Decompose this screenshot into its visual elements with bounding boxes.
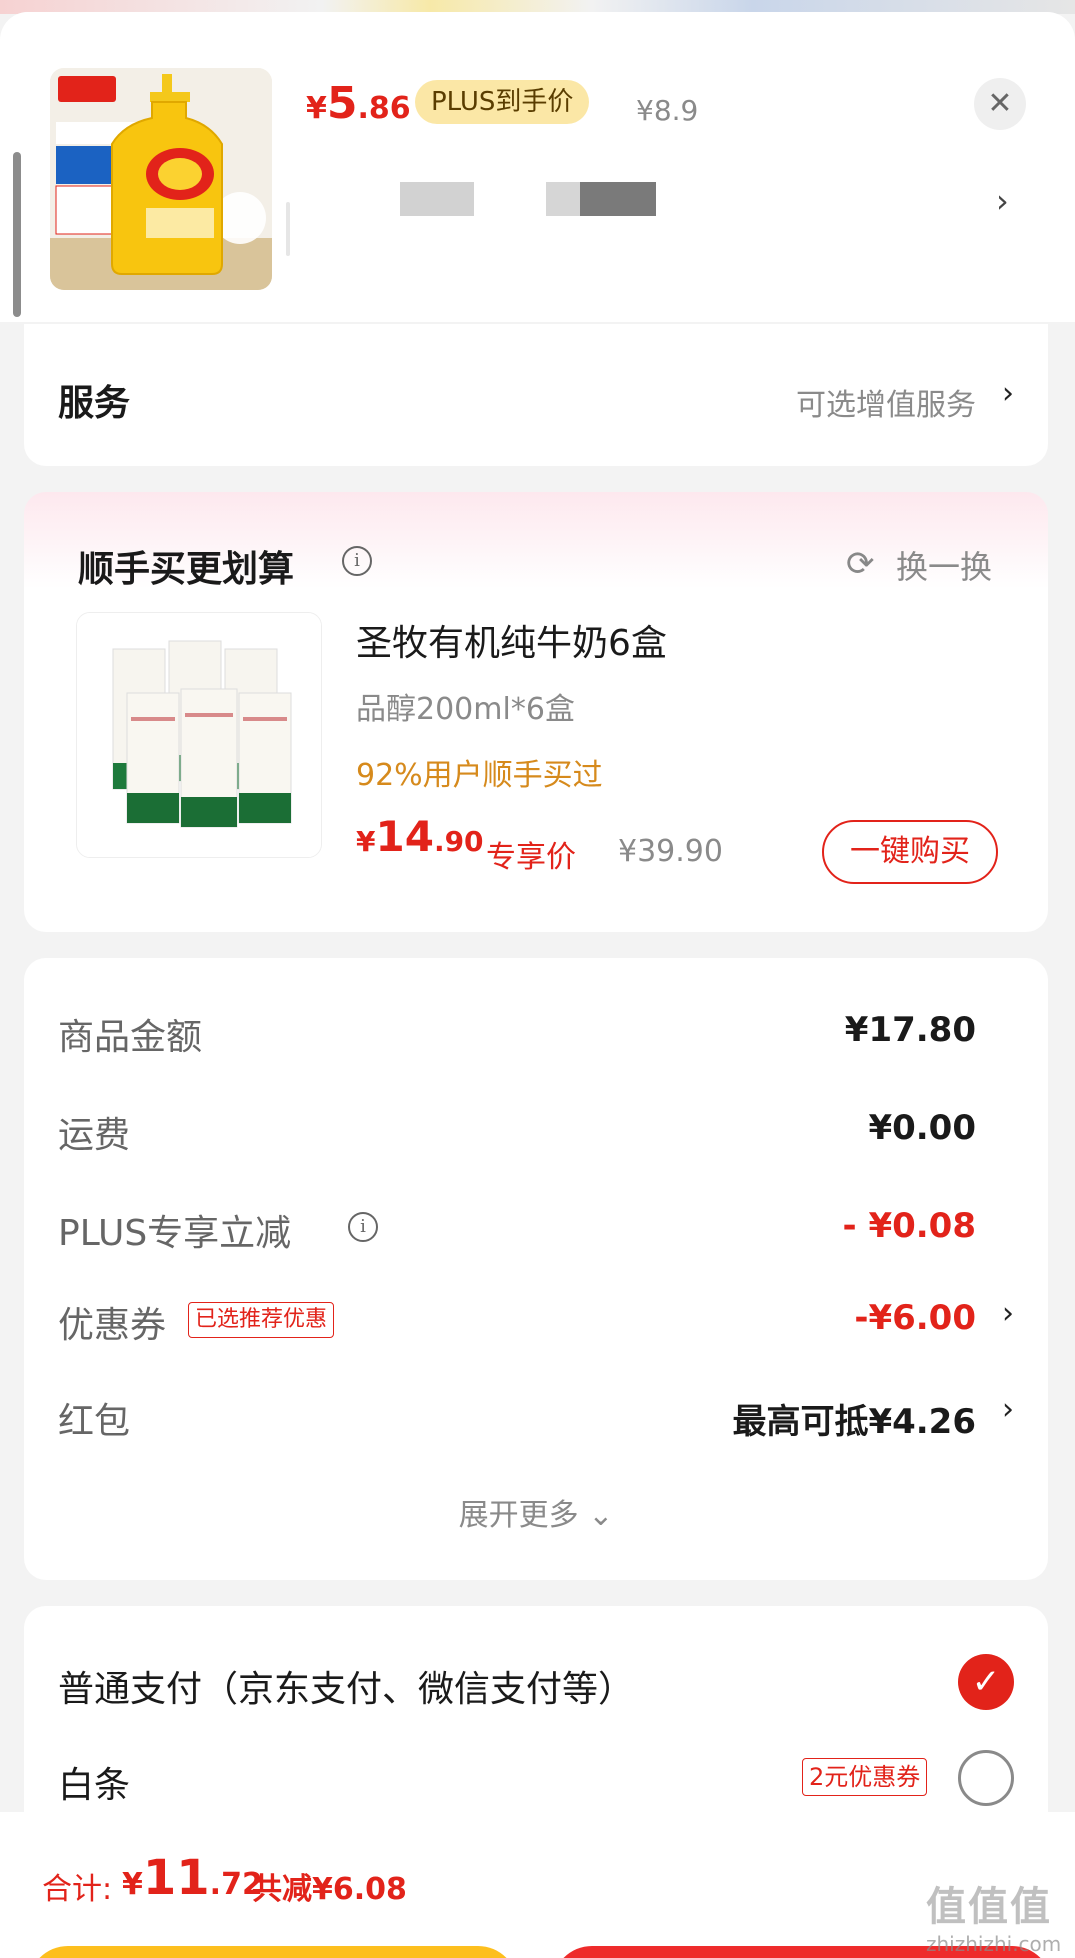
spec-option-blurred[interactable] — [546, 182, 580, 216]
bundle-price-integer: 14 — [375, 812, 434, 861]
baitiao-coupon-tag: 2元优惠券 — [802, 1758, 928, 1796]
price-summary-card: 商品金额 ¥17.80 运费 ¥0.00 PLUS专享立减 i - ¥0.08 … — [24, 958, 1048, 1580]
checkout-sheet: ¥ 5 .86 PLUS到手价 ¥8.9 ✕ › 服务 可选增值服务 › 顺手买… — [0, 12, 1075, 1958]
bundle-promo-card: 顺手买更划算 i ⟳ 换一换 圣牧有机纯牛奶6盒 品醇200ml*6盒 92%用… — [24, 492, 1048, 932]
payment-option-standard[interactable]: 普通支付（京东支付、微信支付等） — [58, 1660, 634, 1712]
expand-more-button[interactable]: 展开更多 ⌄ — [24, 1490, 1048, 1534]
one-click-buy-button[interactable]: 一键购买 — [822, 820, 998, 884]
summary-label: 运费 — [58, 1115, 131, 1156]
bundle-bought-rate: 92%用户顺手买过 — [356, 758, 603, 793]
chevron-down-icon: ⌄ — [588, 1498, 614, 1533]
total-currency: ¥ — [122, 1867, 143, 1902]
summary-label: 红包 — [58, 1401, 131, 1442]
bundle-original-price: ¥39.90 — [618, 834, 723, 869]
bundle-price-currency: ¥ — [356, 825, 376, 858]
total-price: ¥ 11 .72 — [122, 1850, 263, 1906]
service-value-added-link[interactable]: 可选增值服务 — [796, 380, 976, 424]
chevron-right-icon: › — [1002, 376, 1014, 411]
spec-option-blurred[interactable] — [400, 182, 474, 216]
summary-label: 商品金额 — [58, 1017, 203, 1058]
summary-row-shipping: 运费 ¥0.00 — [58, 1106, 976, 1156]
summary-row-coupon[interactable]: 优惠券 已选推荐优惠 -¥6.00 › — [58, 1296, 1014, 1346]
checkout-bottom-bar: 合计: ¥ 11 .72 共减¥6.08 先享后付¥0 — [0, 1812, 1075, 1958]
milk-cartons-image — [77, 613, 321, 857]
refresh-icon[interactable]: ⟳ — [846, 544, 875, 584]
radio-unselected-icon[interactable] — [958, 1750, 1014, 1806]
bundle-price: ¥ 14 .90 — [356, 812, 484, 861]
scroll-indicator — [13, 152, 21, 317]
summary-row-plus-discount: PLUS专享立减 i - ¥0.08 — [58, 1204, 976, 1254]
price-decimal: .86 — [357, 91, 411, 126]
summary-row-goods-amount: 商品金额 ¥17.80 — [58, 1008, 976, 1058]
spec-divider — [286, 202, 290, 256]
watermark-logo: 值值值 — [926, 1884, 1052, 1930]
expand-more-label: 展开更多 — [458, 1498, 579, 1533]
total-saved: 共减¥6.08 — [252, 1872, 407, 1907]
exclusive-price-label: 专享价 — [486, 840, 576, 875]
summary-value: ¥0.00 — [868, 1108, 976, 1148]
close-button[interactable]: ✕ — [974, 78, 1026, 130]
summary-row-red-packet[interactable]: 红包 最高可抵¥4.26 › — [58, 1392, 1014, 1442]
product-header: ¥ 5 .86 PLUS到手价 ¥8.9 ✕ › — [0, 12, 1075, 322]
summary-value: - ¥0.08 — [842, 1206, 977, 1246]
chevron-right-icon: › — [1002, 1392, 1014, 1427]
summary-label: PLUS专享立减 — [58, 1213, 292, 1254]
dish-soap-bottle-image — [50, 68, 272, 290]
total-label: 合计: — [42, 1872, 113, 1907]
price-currency: ¥ — [306, 91, 327, 126]
summary-label: 优惠券 — [58, 1305, 167, 1346]
milk-product-image[interactable] — [76, 612, 322, 858]
bundle-price-decimal: .90 — [433, 825, 484, 858]
plus-price: ¥ 5 .86 — [306, 78, 411, 129]
summary-value: 最高可抵¥4.26 — [732, 1402, 976, 1442]
product-image — [50, 68, 272, 290]
bundle-title: 顺手买更划算 — [78, 549, 295, 590]
payment-option-baitiao[interactable]: 白条 — [58, 1756, 130, 1808]
swap-button[interactable]: 换一换 — [896, 542, 992, 588]
pay-later-button[interactable]: 先享后付¥0 — [28, 1946, 518, 1958]
chevron-right-icon: › — [1002, 1296, 1014, 1331]
summary-value: -¥6.00 — [854, 1298, 976, 1338]
plus-price-badge: PLUS到手价 — [415, 80, 590, 124]
watermark-url: zhizhizhi.com — [926, 1932, 1062, 1956]
service-title: 服务 — [58, 383, 131, 424]
close-icon: ✕ — [987, 86, 1013, 121]
total-integer: 11 — [142, 1850, 210, 1906]
bundle-item-name[interactable]: 圣牧有机纯牛奶6盒 — [356, 614, 667, 666]
service-row[interactable]: 服务 可选增值服务 › — [24, 324, 1048, 466]
coupon-selected-tag: 已选推荐优惠 — [188, 1302, 335, 1338]
price-integer: 5 — [326, 78, 358, 129]
info-icon[interactable]: i — [348, 1212, 378, 1242]
info-icon[interactable]: i — [342, 546, 372, 576]
spec-option-blurred[interactable] — [580, 182, 656, 216]
original-price: ¥8.9 — [636, 94, 699, 127]
checkmark-selected-icon[interactable]: ✓ — [958, 1654, 1014, 1710]
summary-value: ¥17.80 — [844, 1010, 976, 1050]
chevron-right-icon[interactable]: › — [996, 182, 1009, 220]
bundle-item-spec: 品醇200ml*6盒 — [356, 692, 575, 727]
